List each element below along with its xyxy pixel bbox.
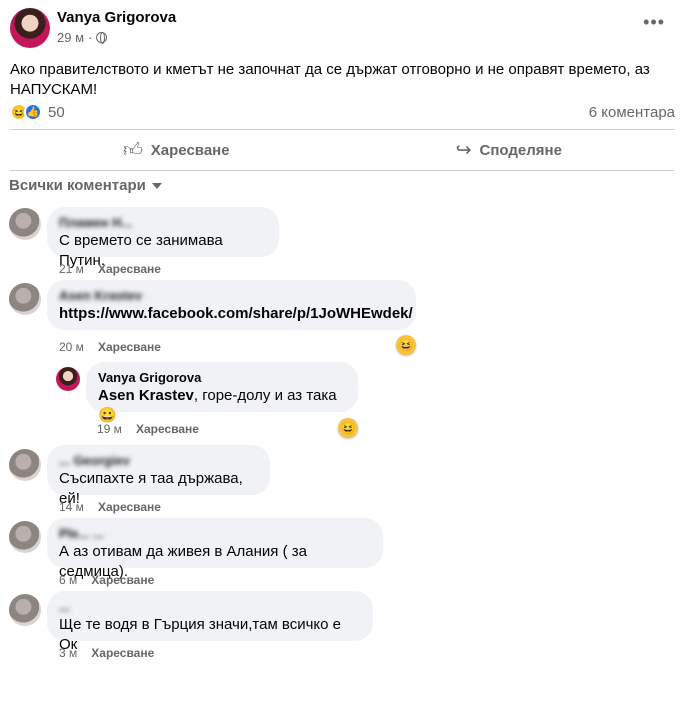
reply-mention[interactable]: Asen Krastev [98, 387, 194, 404]
reply-time[interactable]: 19 м [97, 422, 122, 436]
haha-reaction-icon[interactable]: 😆 [338, 418, 358, 438]
commenter-avatar[interactable] [9, 594, 41, 626]
commenter-avatar[interactable] [9, 283, 41, 315]
thumbs-up-icon: 👍︎ [122, 139, 143, 161]
commenter-avatar[interactable] [9, 521, 41, 553]
share-icon: ↪ [455, 139, 472, 161]
comment-author[interactable]: Пламен Н... [59, 215, 267, 231]
meta-dot: · [88, 30, 93, 45]
comment-time[interactable]: 3 м [59, 646, 77, 660]
reply-author-avatar[interactable] [56, 367, 80, 391]
comment-time[interactable]: 21 м [59, 262, 84, 276]
comment-meta: 21 м Харесване [59, 262, 161, 276]
comment-bubble: ... Ще те водя в Гърция значи,там всичко… [47, 591, 373, 653]
like-reaction-icon: 👍 [24, 103, 42, 121]
comment-bubble: Ple... ... А аз отивам да живея в Алания… [47, 518, 383, 580]
post-actions: 👍︎ Харесване ↪ Споделяне [10, 131, 675, 169]
comment-filter-label: Всички коментари [9, 177, 146, 194]
reply-bubble: Vanya Grigorova Asen Krastev, горе-долу … [86, 362, 358, 424]
comment-like-button[interactable]: Харесване [91, 573, 154, 587]
comment-author[interactable]: ... [59, 599, 361, 615]
comment-meta: 6 м Харесване [59, 573, 154, 587]
share-button[interactable]: ↪ Споделяне [343, 131, 676, 169]
divider-bottom [10, 170, 675, 171]
post-text: Ако правителството и кметът не започнат … [10, 61, 650, 98]
reaction-count: 50 [48, 103, 65, 121]
comment-like-button[interactable]: Харесване [91, 646, 154, 660]
share-button-label: Споделяне [479, 141, 562, 159]
comment-filter[interactable]: Всички коментари [9, 177, 162, 194]
comment-time[interactable]: 14 м [59, 500, 84, 514]
comment-bubble: ... Georgiev Съсипахте я таа държава, ей… [47, 445, 270, 507]
globe-icon [96, 32, 108, 44]
haha-reaction-icon[interactable]: 😆 [396, 335, 416, 355]
comment-bubble: Пламен Н... С времето се занимава Путин. [47, 207, 279, 269]
comment-meta: 14 м Харесване [59, 500, 161, 514]
reply-text: Asen Krastev, горе-долу и аз така 😀 [98, 386, 346, 426]
comment-like-button[interactable]: Харесване [98, 262, 161, 276]
comment-author[interactable]: Asen Krastev [59, 288, 404, 304]
comment-meta: 3 м Харесване [59, 646, 154, 660]
reply-author[interactable]: Vanya Grigorova [98, 370, 346, 386]
divider-top [10, 129, 675, 130]
like-button[interactable]: 👍︎ Харесване [10, 131, 343, 169]
comments-count[interactable]: 6 коментара [589, 104, 675, 121]
post-time[interactable]: 29 м [57, 30, 84, 45]
comment-meta: 20 м Харесване [59, 340, 161, 354]
commenter-avatar[interactable] [9, 208, 41, 240]
comment-author[interactable]: Ple... ... [59, 526, 371, 542]
post-author-avatar[interactable] [10, 8, 50, 48]
reply-meta: 19 м Харесване [97, 422, 199, 436]
post-meta: 29 м · [57, 30, 108, 45]
more-icon[interactable]: ••• [643, 12, 665, 33]
comment-author[interactable]: ... Georgiev [59, 453, 258, 469]
comment-like-button[interactable]: Харесване [98, 500, 161, 514]
caret-down-icon [151, 182, 162, 189]
comment-bubble: Asen Krastev https://www.facebook.com/sh… [47, 280, 416, 330]
like-button-label: Харесване [150, 141, 230, 159]
comment-time[interactable]: 20 м [59, 340, 84, 354]
comment-time[interactable]: 6 м [59, 573, 77, 587]
reactions-summary[interactable]: 😆 👍 50 [10, 103, 65, 121]
post-author-name[interactable]: Vanya Grigorova [57, 9, 176, 26]
reply-like-button[interactable]: Харесване [136, 422, 199, 436]
comment-text[interactable]: https://www.facebook.com/share/p/1JoWHEw… [59, 304, 413, 324]
commenter-avatar[interactable] [9, 449, 41, 481]
comment-like-button[interactable]: Харесване [98, 340, 161, 354]
